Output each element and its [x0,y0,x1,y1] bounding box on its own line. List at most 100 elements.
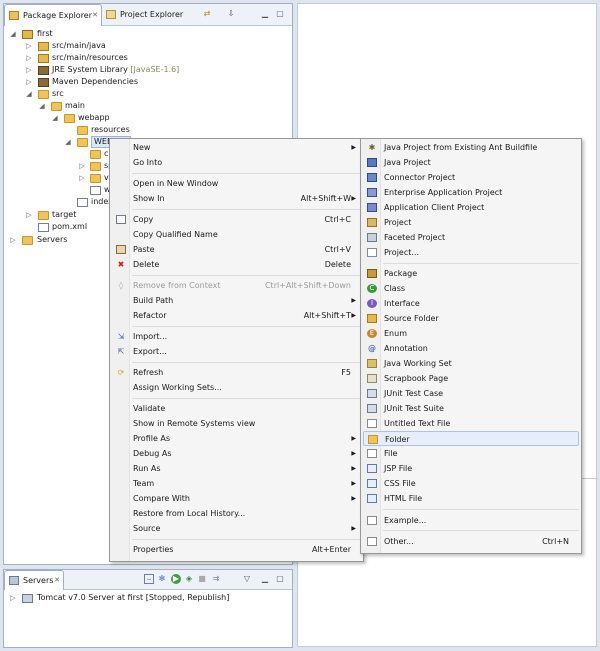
tab-project-explorer[interactable]: Project Explorer [102,4,192,26]
menu-shortcut: F5 [341,368,351,377]
menu-item-interface[interactable]: I Interface [363,296,579,311]
menu-item-project-wizard[interactable]: Project... [363,245,579,260]
link-with-editor-icon[interactable]: ⇄ [202,9,212,19]
tab-servers[interactable]: Servers ✕ [4,570,64,590]
interface-icon: I [367,299,377,308]
close-icon[interactable]: ✕ [92,5,98,26]
menu-separator [132,173,361,174]
view-menu-icon[interactable]: ▽ [242,574,252,584]
view-menu-icon[interactable]: ⇩ [226,9,236,19]
menu-item-refactor[interactable]: Refactor Alt+Shift+T ▶ [112,308,361,323]
menu-label: Project... [384,248,419,257]
menu-label: Faceted Project [384,233,446,242]
expanded-arrow-icon[interactable]: ◢ [64,136,72,148]
collapsed-arrow-icon[interactable]: ▷ [9,592,17,604]
menu-item-java-working-set[interactable]: Java Working Set [363,356,579,371]
menu-item-paste[interactable]: Paste Ctrl+V [112,242,361,257]
folder-icon [90,162,101,171]
menu-item-java-project-ant[interactable]: ✱ Java Project from Existing Ant Buildfi… [363,140,579,155]
menu-item-debug-as[interactable]: Debug As ▶ [112,446,361,461]
faceted-project-icon [367,233,377,242]
menu-label: Class [384,284,406,293]
menu-item-new[interactable]: New ▶ [112,140,361,155]
menu-item-copy[interactable]: Copy Ctrl+C [112,212,361,227]
menu-item-connector-project[interactable]: Connector Project [363,170,579,185]
menu-item-example[interactable]: Example... [363,513,579,528]
menu-item-project[interactable]: Project [363,215,579,230]
minimize-icon[interactable]: ▁ [260,574,270,584]
stop-server-icon[interactable]: ■ [197,574,207,584]
maximize-icon[interactable]: ▢ [275,9,285,19]
menu-item-scrapbook-page[interactable]: Scrapbook Page [363,371,579,386]
menu-item-compare-with[interactable]: Compare With ▶ [112,491,361,506]
menu-shortcut: Alt+Enter [311,545,351,554]
minimize-icon[interactable]: ▁ [260,9,270,19]
menu-item-package[interactable]: Package [363,266,579,281]
menu-item-delete[interactable]: ✖ Delete Delete [112,257,361,272]
maximize-icon[interactable]: ▢ [275,574,285,584]
collapsed-arrow-icon[interactable]: ▷ [9,234,17,246]
menu-item-export[interactable]: ⇱ Export... [112,344,361,359]
start-server-icon[interactable]: ▶ [171,574,181,584]
menu-item-source[interactable]: Source ▶ [112,521,361,536]
menu-item-profile-as[interactable]: Profile As ▶ [112,431,361,446]
menu-item-go-into[interactable]: Go Into [112,155,361,170]
collapsed-arrow-icon[interactable]: ▷ [78,172,86,184]
menu-item-faceted-project[interactable]: Faceted Project [363,230,579,245]
menu-item-enterprise-app-project[interactable]: Enterprise Application Project [363,185,579,200]
menu-item-untitled-text-file[interactable]: Untitled Text File [363,416,579,431]
collapse-all-icon[interactable]: − [144,574,154,584]
submenu-arrow-icon: ▶ [351,312,356,319]
collapsed-arrow-icon[interactable]: ▷ [25,52,33,64]
menu-item-java-project[interactable]: Java Project [363,155,579,170]
expanded-arrow-icon[interactable]: ◢ [25,88,33,100]
scrapbook-icon [367,374,377,383]
menu-item-junit-test-case[interactable]: JUnit Test Case [363,386,579,401]
close-icon[interactable]: ✕ [54,571,60,590]
menu-label: Interface [384,299,420,308]
menu-item-open-new-window[interactable]: Open in New Window [112,176,361,191]
menu-label: Untitled Text File [384,419,451,428]
menu-item-html-file[interactable]: HTML File [363,491,579,506]
submenu-arrow-icon: ▶ [351,297,356,304]
menu-item-build-path[interactable]: Build Path ▶ [112,293,361,308]
menu-item-copy-qualified-name[interactable]: Copy Qualified Name [112,227,361,242]
publish-icon[interactable]: ⇉ [211,574,221,584]
menu-item-properties[interactable]: Properties Alt+Enter [112,542,361,557]
tab-package-explorer[interactable]: Package Explorer ✕ [4,4,102,26]
collapsed-arrow-icon[interactable]: ▷ [25,64,33,76]
menu-item-import[interactable]: ⇲ Import... [112,329,361,344]
menu-item-annotation[interactable]: @ Annotation [363,341,579,356]
menu-item-show-in[interactable]: Show In Alt+Shift+W ▶ [112,191,361,206]
menu-item-enum[interactable]: E Enum [363,326,579,341]
menu-item-team[interactable]: Team ▶ [112,476,361,491]
submenu-arrow-icon: ▶ [351,450,356,457]
menu-item-restore-local-history[interactable]: Restore from Local History... [112,506,361,521]
menu-item-file[interactable]: File [363,446,579,461]
menu-item-junit-test-suite[interactable]: JUnit Test Suite [363,401,579,416]
menu-label: Enum [384,329,407,338]
expanded-arrow-icon[interactable]: ◢ [51,112,59,124]
profile-server-icon[interactable]: ◈ [184,574,194,584]
menu-item-class[interactable]: C Class [363,281,579,296]
collapsed-arrow-icon[interactable]: ▷ [25,40,33,52]
collapsed-arrow-icon[interactable]: ▷ [78,160,86,172]
expanded-arrow-icon[interactable]: ◢ [9,28,17,40]
menu-item-show-remote-systems[interactable]: Show in Remote Systems view [112,416,361,431]
debug-server-icon[interactable]: ✻ [157,574,167,584]
tree-label: pom.xml [52,222,88,231]
menu-item-jsp-file[interactable]: JSP File [363,461,579,476]
expanded-arrow-icon[interactable]: ◢ [38,100,46,112]
menu-separator [132,362,361,363]
menu-item-app-client-project[interactable]: Application Client Project [363,200,579,215]
menu-item-other[interactable]: Other... Ctrl+N [363,534,579,549]
menu-item-assign-working-sets[interactable]: Assign Working Sets... [112,380,361,395]
menu-item-run-as[interactable]: Run As ▶ [112,461,361,476]
menu-item-refresh[interactable]: ⟳ Refresh F5 [112,365,361,380]
collapsed-arrow-icon[interactable]: ▷ [25,76,33,88]
menu-item-css-file[interactable]: CSS File [363,476,579,491]
menu-item-validate[interactable]: Validate [112,401,361,416]
menu-item-folder[interactable]: Folder [363,431,579,446]
menu-item-source-folder[interactable]: Source Folder [363,311,579,326]
collapsed-arrow-icon[interactable]: ▷ [25,209,33,221]
